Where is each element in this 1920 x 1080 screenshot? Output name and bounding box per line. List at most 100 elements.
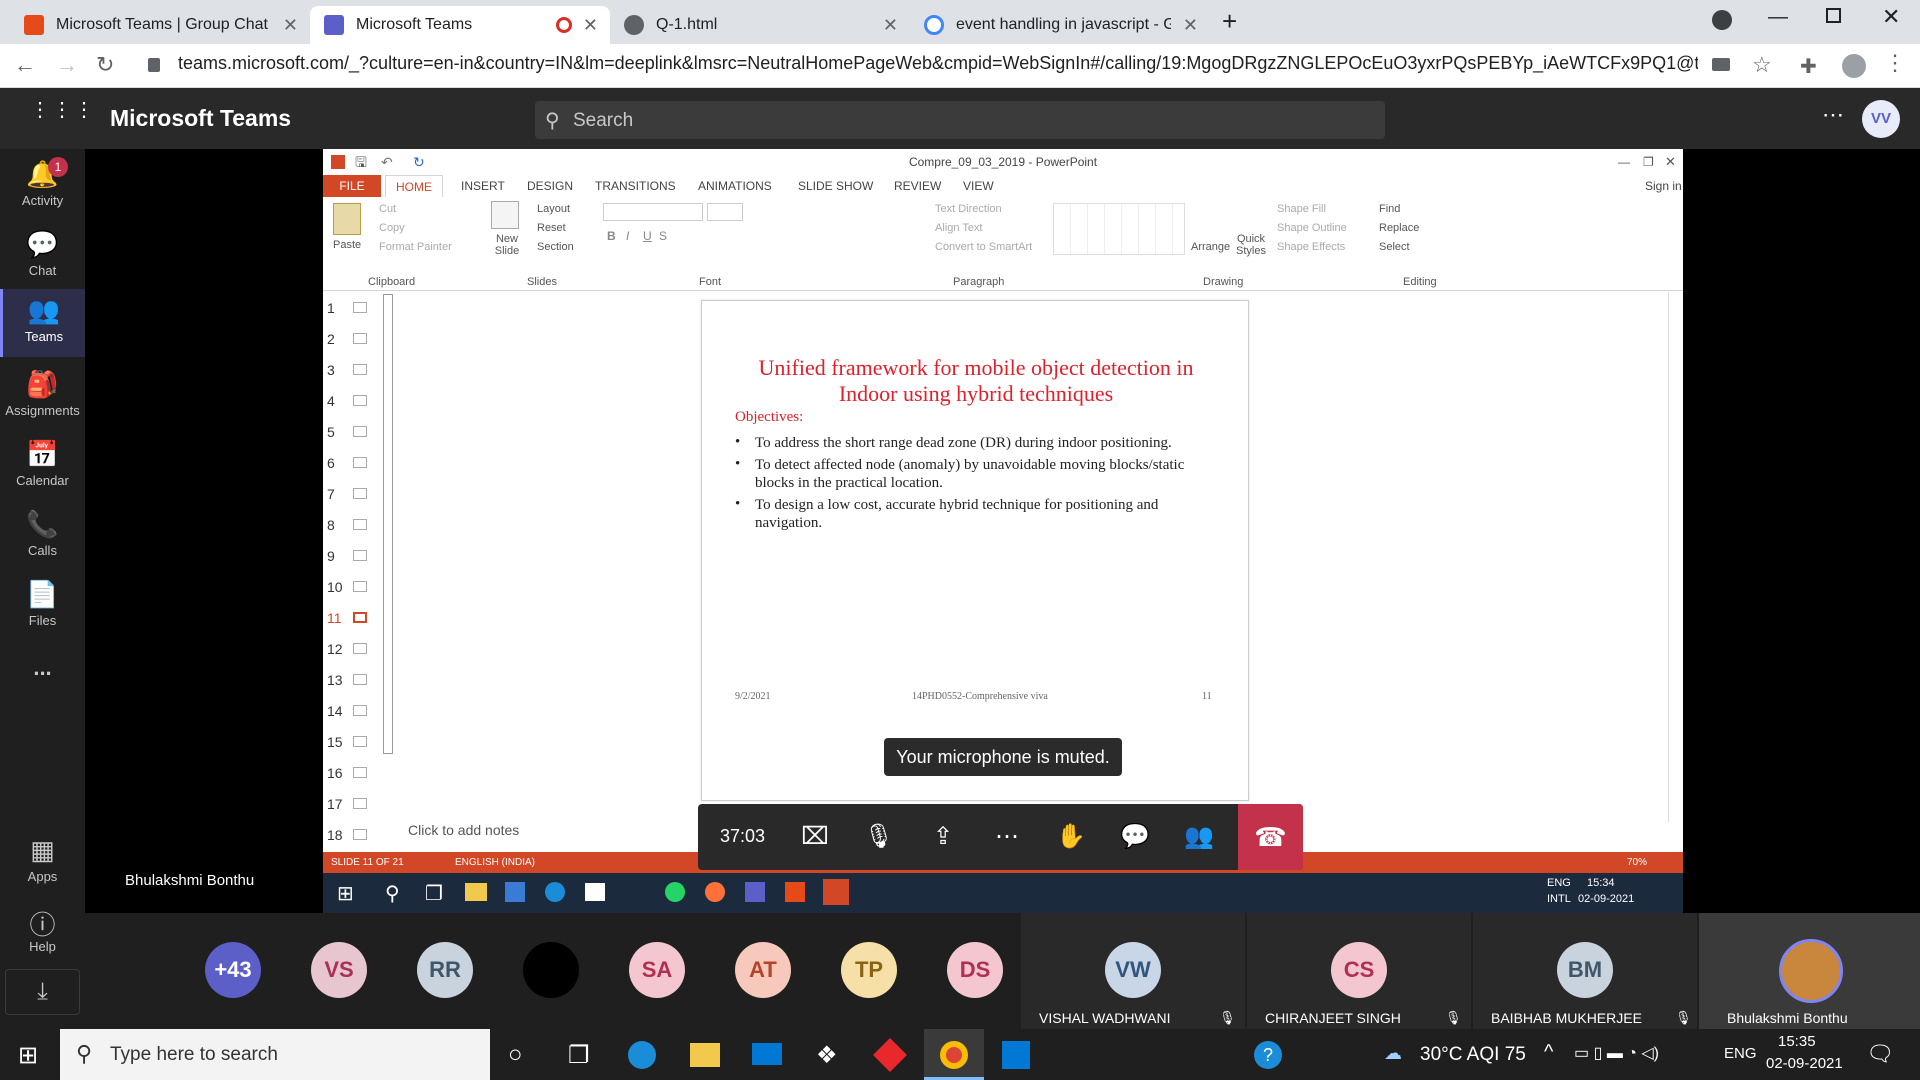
participant-avatar[interactable]: DS [947,942,1003,998]
profile-icon[interactable] [1842,54,1866,78]
slide-scrollbar[interactable] [1668,292,1682,822]
save-icon[interactable]: 🖫 [355,149,367,175]
more-actions-button[interactable]: ⋯ [988,818,1026,856]
participant-avatar[interactable]: VS [311,942,367,998]
paste-button[interactable]: Paste [333,239,361,251]
cut-button[interactable]: Cut [379,203,396,215]
minimize-icon[interactable]: — [1768,6,1788,29]
cortana-icon[interactable]: ○ [508,1041,523,1069]
tab-file[interactable]: FILE [323,175,381,197]
download-icon[interactable]: ⤓ [5,969,80,1015]
anydesk-icon[interactable] [873,1038,907,1072]
close-icon[interactable]: ✕ [1665,149,1676,175]
dropbox-icon[interactable]: ❖ [816,1041,838,1070]
slide-thumbnail[interactable]: 16 [327,765,377,781]
clock-date[interactable]: 02-09-2021 [1766,1055,1843,1072]
font-size-select[interactable] [707,203,743,221]
file-explorer-icon[interactable] [690,1043,720,1067]
task-view-icon[interactable]: ❐ [568,1041,590,1070]
tab-review[interactable]: REVIEW [894,179,941,193]
hang-up-button[interactable]: ☎ [1238,804,1303,870]
participant-tile[interactable]: CS CHIRANJEET SINGH 🎙 [1247,913,1471,1029]
convert-smartart-button[interactable]: Convert to SmartArt [935,241,1032,253]
rail-item-calls[interactable]: 📞 Calls [0,503,85,571]
share-screen-button[interactable]: ⇪ [924,818,962,856]
participant-avatar[interactable]: AT [735,942,791,998]
tab-animations[interactable]: ANIMATIONS [698,179,772,193]
rail-item-calendar[interactable]: 📅 Calendar [0,433,85,501]
slide-thumbnail[interactable]: 2 [327,331,377,347]
shape-effects-button[interactable]: Shape Effects [1277,241,1345,253]
camera-off-button[interactable]: ⌧ [796,818,834,856]
menu-icon[interactable]: ⋮ [1884,50,1906,76]
participant-avatar[interactable]: RR [417,942,473,998]
camera-icon[interactable] [1712,58,1730,71]
strikethrough-button[interactable]: S [659,229,667,243]
slide-thumbnail[interactable]: 9 [327,548,377,564]
font-name-select[interactable] [603,203,703,221]
zoom-level[interactable]: 70% [1627,857,1647,868]
rail-item-activity[interactable]: 🔔 1 Activity [0,153,85,221]
participant-avatar-overflow[interactable]: +43 [205,942,261,998]
slide-thumbnail[interactable]: 8 [327,517,377,533]
tab-home[interactable]: HOME [385,175,443,197]
weather-text[interactable]: 30°C AQI 75 [1420,1044,1526,1066]
extensions-icon[interactable]: ✚ [1800,54,1817,79]
tab-search-icon[interactable] [1712,10,1732,30]
participant-tile[interactable]: BM BAIBHAB MUKHERJEE 🎙 [1473,913,1697,1029]
slide-thumbnail[interactable]: 4 [327,393,377,409]
reload-icon[interactable]: ↻ [96,52,114,78]
arrange-button[interactable]: Arrange [1191,241,1230,253]
slide-thumbnail[interactable]: 15 [327,734,377,750]
rail-item-chat[interactable]: 💬 Chat [0,223,85,291]
slide-thumbnail[interactable]: 3 [327,362,377,378]
participant-avatar[interactable]: TP [841,942,897,998]
system-tray-icons[interactable]: ▭ ▯ ▬ ◔ ◁) [1574,1043,1659,1063]
participant-tile-self[interactable]: Bhulakshmi Bonthu [1699,913,1920,1029]
section-button[interactable]: Section [537,241,574,253]
shapes-gallery[interactable] [1053,203,1185,255]
chrome-icon[interactable] [940,1041,968,1069]
browser-tab[interactable]: event handling in javascript - Go ✕ [910,6,1210,44]
slide-thumbnail[interactable]: 6 [327,455,377,471]
rail-item-assignments[interactable]: 🎒 Assignments [0,363,85,431]
minimize-icon[interactable]: — [1618,149,1630,175]
forward-icon[interactable]: → [56,52,78,78]
search-input[interactable]: ⚲ Search [535,101,1385,139]
slide-thumbnail[interactable]: 13 [327,672,377,688]
close-window-icon[interactable]: ✕ [1882,4,1900,30]
undo-icon[interactable]: ↶ [381,149,393,175]
replace-button[interactable]: Replace [1379,222,1419,234]
rail-item-apps[interactable]: ▦ Apps [0,829,85,897]
slide[interactable]: Unified framework for mobile object dete… [701,300,1249,801]
edge-icon[interactable] [628,1041,656,1069]
text-direction-button[interactable]: Text Direction [935,203,1002,215]
bold-button[interactable]: B [607,229,616,243]
participants-button[interactable]: 👥 [1180,818,1218,856]
align-text-button[interactable]: Align Text [935,222,983,234]
slide-thumbnail[interactable]: 7 [327,486,377,502]
lock-icon[interactable] [148,58,160,72]
url-field[interactable]: teams.microsoft.com/_?culture=en-in&coun… [178,53,1698,74]
new-tab-icon[interactable]: + [1222,6,1237,37]
underline-button[interactable]: U [643,229,652,243]
close-icon[interactable]: ✕ [883,15,898,36]
slide-thumbnail[interactable]: 18 [327,827,377,843]
clock-time[interactable]: 15:35 [1778,1033,1816,1050]
shape-outline-button[interactable]: Shape Outline [1277,222,1347,234]
close-icon[interactable]: ✕ [283,15,298,36]
participant-avatar[interactable] [523,942,579,998]
tab-design[interactable]: DESIGN [527,179,573,193]
taskbar-search-input[interactable]: ⚲ Type here to search [60,1029,490,1080]
help-icon[interactable]: ? [1254,1041,1282,1069]
more-options-icon[interactable]: ⋯ [1822,102,1844,128]
redo-icon[interactable]: ↻ [413,149,425,175]
tab-insert[interactable]: INSERT [461,179,505,193]
restore-icon[interactable]: ❐ [1643,149,1654,175]
vscode-icon[interactable] [1002,1041,1030,1069]
sign-in-link[interactable]: Sign in [1645,179,1682,193]
windows-start-icon[interactable]: ⊞ [18,1041,38,1070]
quick-styles-button[interactable]: Quick Styles [1233,233,1269,257]
slide-thumbnail[interactable]: 14 [327,703,377,719]
slide-thumbnail[interactable]: 10 [327,579,377,595]
